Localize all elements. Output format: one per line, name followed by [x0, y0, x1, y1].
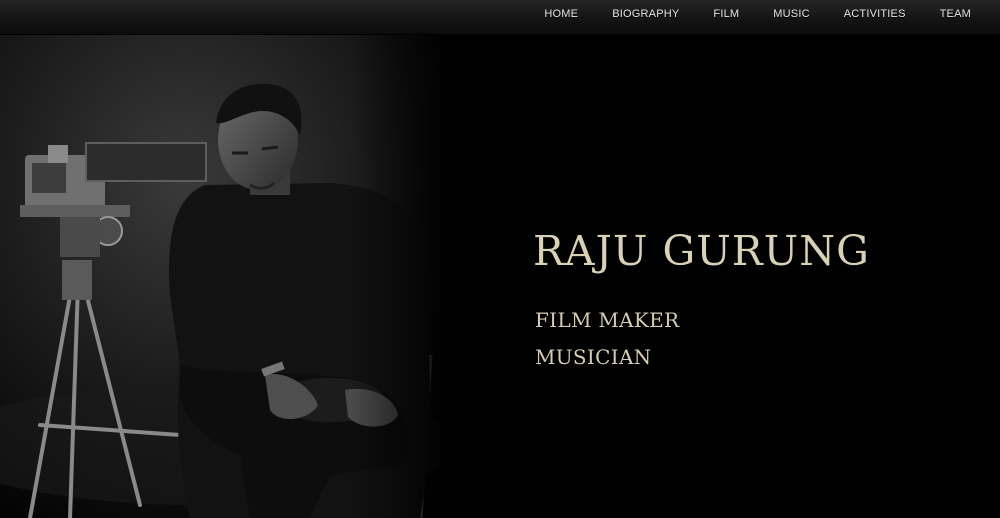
nav-team[interactable]: TEAM: [923, 0, 1000, 34]
page: HOME BIOGRAPHY FILM MUSIC ACTIVITIES TEA…: [0, 0, 1000, 518]
nav-film[interactable]: FILM: [696, 0, 756, 34]
nav-activities[interactable]: ACTIVITIES: [827, 0, 923, 34]
portrait-image: [0, 35, 440, 518]
portrait-photo: [0, 35, 440, 518]
main-nav: HOME BIOGRAPHY FILM MUSIC ACTIVITIES TEA…: [544, 0, 1000, 34]
top-navbar: HOME BIOGRAPHY FILM MUSIC ACTIVITIES TEA…: [0, 0, 1000, 35]
role-musician: MUSICIAN: [535, 345, 652, 369]
hero-section: RAJU GURUNG FILM MAKER MUSICIAN: [0, 35, 1000, 518]
artist-name: RAJU GURUNG: [533, 227, 870, 275]
nav-music[interactable]: MUSIC: [756, 0, 826, 34]
nav-home[interactable]: HOME: [544, 0, 595, 34]
role-film-maker: FILM MAKER: [535, 308, 680, 332]
nav-biography[interactable]: BIOGRAPHY: [595, 0, 696, 34]
